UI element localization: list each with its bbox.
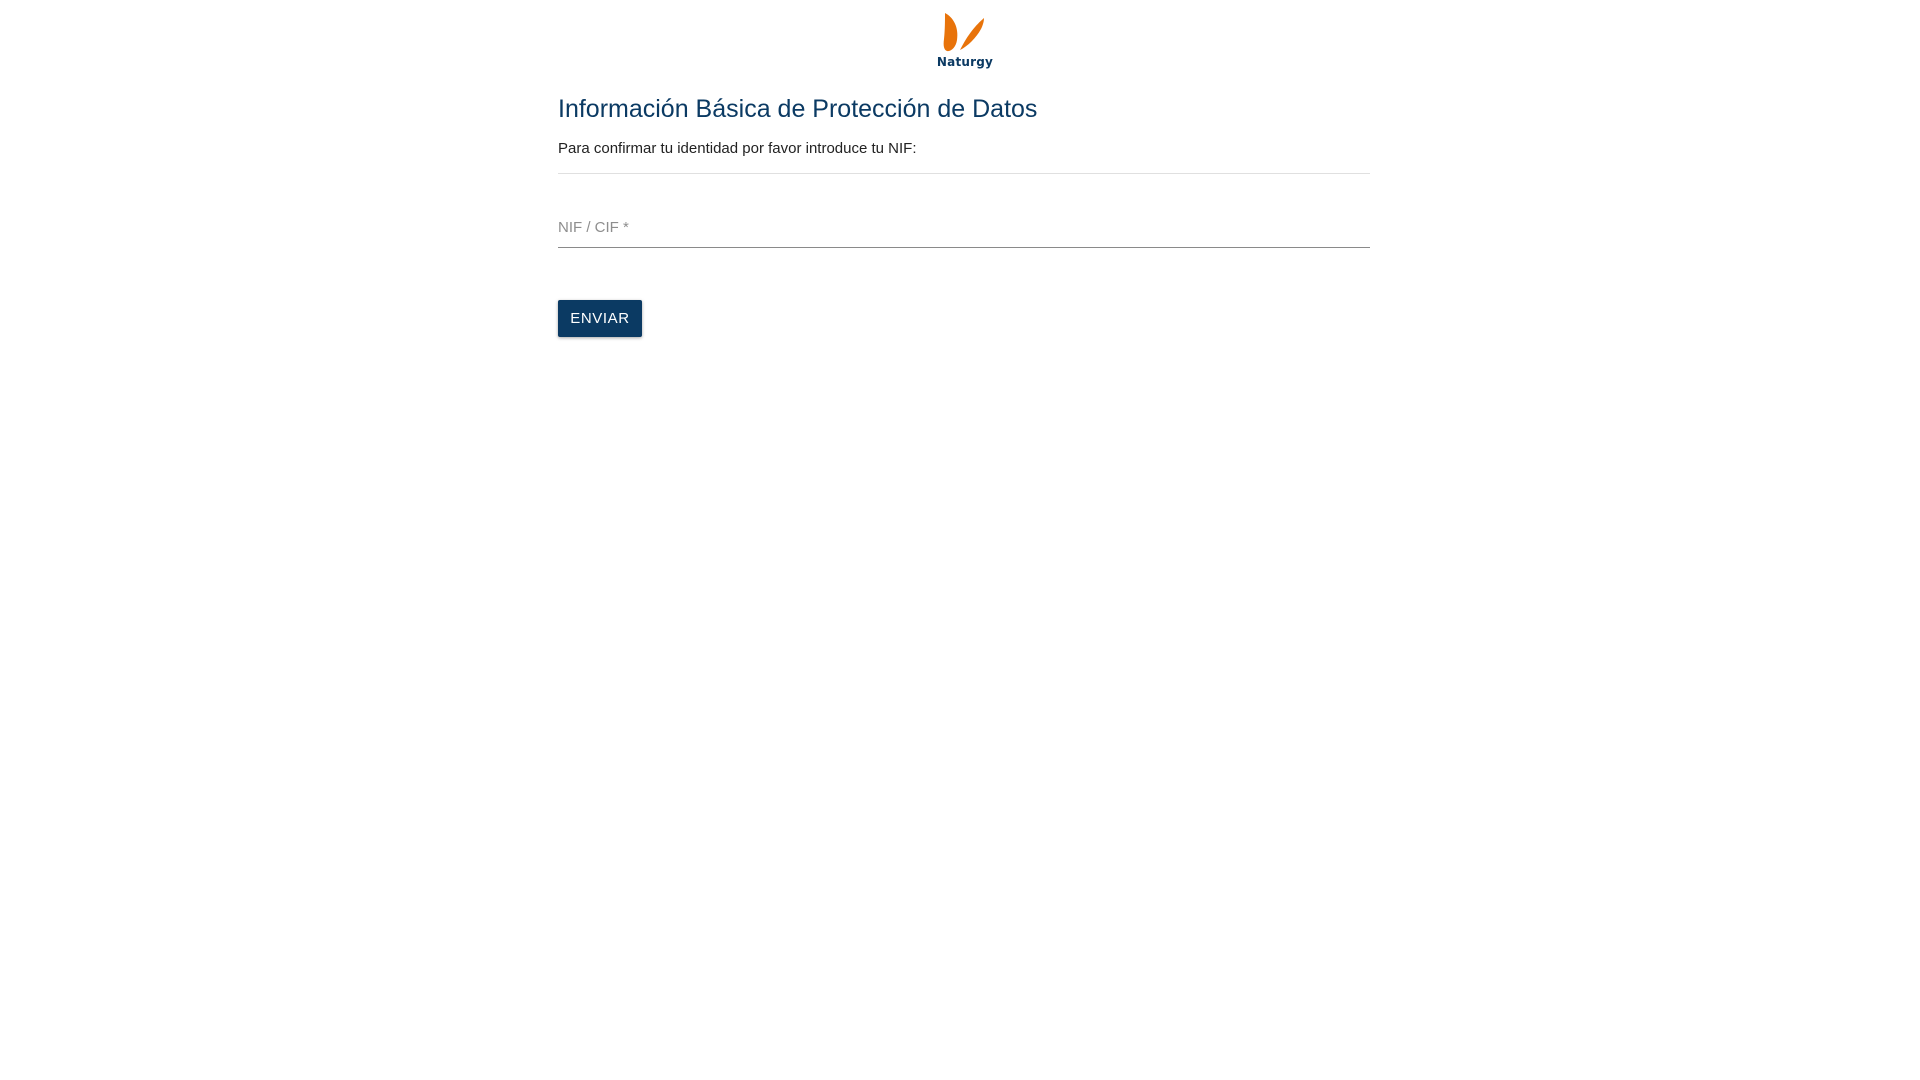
brand-logo: Naturgy <box>930 12 1000 76</box>
page: Naturgy Información Básica de Protección… <box>0 0 1920 1080</box>
brand-name: Naturgy <box>936 55 994 69</box>
page-title: Información Básica de Protección de Dato… <box>558 95 1038 123</box>
divider <box>558 173 1370 174</box>
main-content: Información Básica de Protección de Dato… <box>558 92 1370 337</box>
instructions-text: Para confirmar tu identidad por favor in… <box>558 140 917 157</box>
submit-button[interactable]: ENVIAR <box>558 300 642 337</box>
nif-input[interactable] <box>558 214 1370 244</box>
butterfly-icon <box>943 13 984 52</box>
nif-field: NIF / CIF * <box>558 214 1370 248</box>
